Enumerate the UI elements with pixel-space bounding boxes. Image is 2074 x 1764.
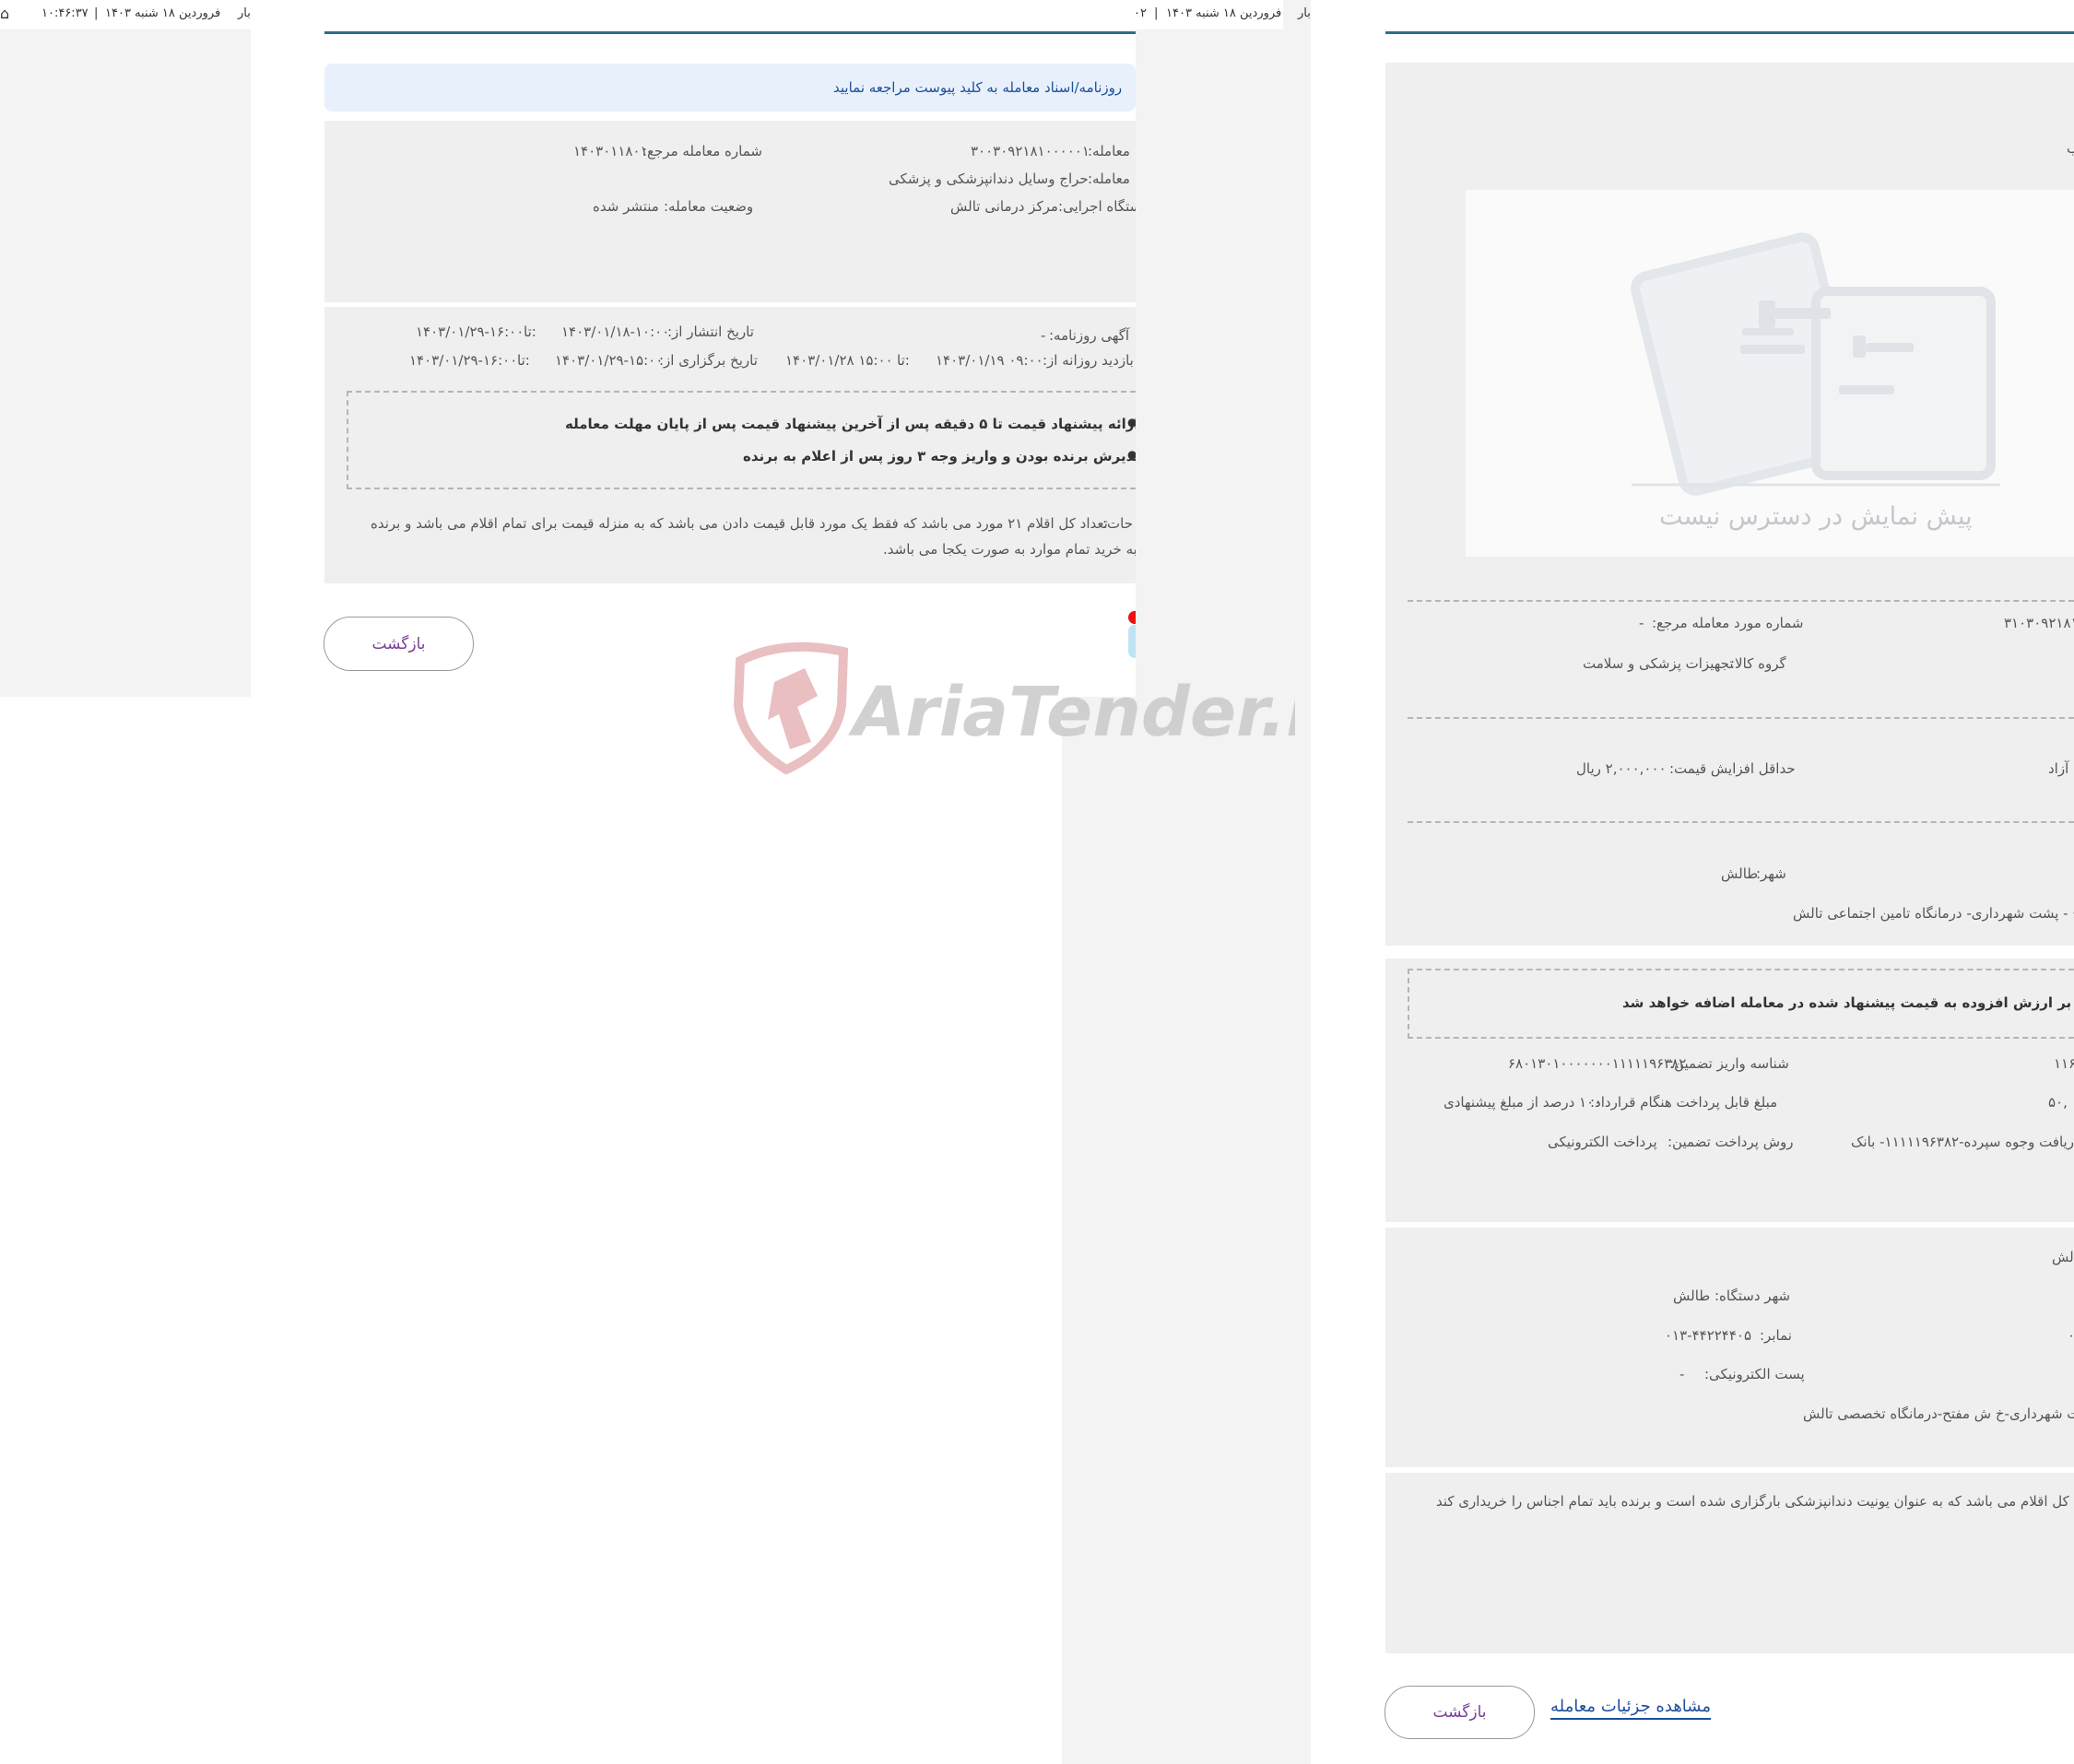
divider <box>1408 821 2074 823</box>
watermark-text: AriaTender.neT <box>848 673 1295 752</box>
middle-topbar: ۰۲ | فروردین ۱۸ شنبه ۱۴۰۳ <box>1134 0 1283 29</box>
partial-text: آزاد <box>2048 760 2069 777</box>
middle-strip-lower <box>1062 697 1311 1764</box>
divider <box>1408 717 2074 719</box>
contract-pay-value: ۱۰۰ درصد از مبلغ پیشنهادی <box>1444 1094 1602 1111</box>
accent-line <box>324 31 1136 34</box>
amount-partial: ۵۰, <box>2048 1094 2068 1111</box>
topbar-fragment: بار <box>238 6 251 20</box>
subject-value: حراج وسایل دندانپزشکی و پزشکی <box>889 171 1089 187</box>
watermark-logo-icon: AriaTender.neT <box>733 641 1295 775</box>
holding-from: ۱۴۰۳/۰۱/۲۹-۱۵:۰۰ <box>555 352 664 369</box>
divider: | <box>94 6 99 20</box>
notes-line-1: تعداد کل اقلام ۲۱ مورد می باشد که فقط یک… <box>371 515 1108 532</box>
publish-to: ۱۴۰۳/۰۱/۲۹-۱۶:۰۰ <box>416 323 524 340</box>
status-value: منتشر شده <box>593 198 659 215</box>
guarantee-method-value: پرداخت الکترونیکی <box>1548 1134 1657 1150</box>
partial-text: ب <box>2067 140 2074 157</box>
topbar-fragment: ۰۲ <box>1134 6 1147 20</box>
min-increase-label: حداقل افزایش قیمت: <box>1669 760 1796 777</box>
fax-label: نمابر: <box>1760 1327 1792 1344</box>
accent-line <box>1385 31 2074 34</box>
organization-panel <box>1385 1228 2074 1467</box>
date-text: فروردین ۱۸ شنبه ۱۴۰۳ <box>105 6 221 20</box>
publish-from: ۱۴۰۳/۰۱/۱۸-۱۰:۰۰ <box>561 323 670 340</box>
status-label: وضعیت معامله: <box>664 198 754 215</box>
left-background-panel <box>0 0 251 697</box>
newspaper-value: - <box>1041 327 1046 344</box>
visit-to-label: تا: <box>897 352 910 369</box>
rules-box <box>347 391 1136 489</box>
partial-text: ۰ <box>2068 1327 2074 1344</box>
guarantee-method-label: روش پرداخت تضمین: <box>1667 1134 1794 1150</box>
ref-number-value: ۱۴۰۳۰۱۱۸۰۱ <box>573 143 648 159</box>
guarantee-id-label: شناسه واریز تضمین: <box>1669 1055 1789 1072</box>
visit-from: ۱۴۰۳/۰۱/۱۹ ۰۹:۰۰ <box>936 352 1043 369</box>
ref-number-label: شماره معامله مرجع: <box>642 143 762 159</box>
divider: | <box>1154 6 1159 20</box>
email-value: - <box>1679 1366 1685 1382</box>
fax-value: ۰۱۳-۴۴۲۲۴۴۰۵ <box>1665 1327 1752 1344</box>
deal-number-partial: ۳۱۰۳۰۹۲۱۸۱۰ <box>2004 615 2074 631</box>
holding-to-label: تا: <box>517 352 530 369</box>
org-city-value: طالش <box>1673 1288 1711 1304</box>
banner-text: روزنامه/اسناد معامله به کلید پیوست مراجع… <box>833 79 1123 96</box>
date-text: فروردین ۱۸ شنبه ۱۴۰۳ <box>1166 6 1282 20</box>
vat-notice: داد، مالیات بر ارزش افزوده به قیمت پیشنه… <box>1622 994 2074 1011</box>
min-increase-value: ۲,۰۰۰,۰۰۰ ریال <box>1576 760 1667 777</box>
ref-item-value: - <box>1639 615 1644 631</box>
home-icon[interactable]: ⌂ <box>0 5 9 22</box>
ref-item-label: شماره مورد معامله مرجع: <box>1652 615 1804 631</box>
preview-unavailable-text: پیش نمایش در دسترس نیست <box>1659 502 1973 531</box>
rule-item: مهلت پذیرش برنده بودن و واریز وجه ۳ روز … <box>743 448 1183 465</box>
city-value: طالش <box>1721 865 1759 882</box>
topbar-fragment: بار <box>1298 6 1311 20</box>
left-topbar: ⌂ ۱۰:۴۶:۳۷ | فروردین ۱۸ شنبه ۱۴۰۳ بار <box>0 0 251 29</box>
rule-item: امکان ارائه پیشنهاد قیمت تا ۵ دقیقه پس ا… <box>565 416 1183 432</box>
executor-label: ستگاه اجرایی: <box>1058 198 1142 215</box>
publish-label: تاریخ انتشار از: <box>667 323 754 340</box>
description-partial: ی کل اقلام می باشد که به عنوان یونیت دند… <box>1436 1493 2074 1510</box>
back-button[interactable]: بازگشت <box>324 617 474 671</box>
back-button[interactable]: بازگشت <box>1385 1686 1535 1739</box>
deal-details-link[interactable]: مشاهده جزئیات معامله <box>1550 1697 1711 1720</box>
subject-label: معامله: <box>1088 171 1130 187</box>
deal-number-label: معامله: <box>1088 143 1130 159</box>
newspaper-label: آگهی روزنامه: <box>1049 327 1130 344</box>
deposit-partial: : دریافت وجوه سپرده-۱۱۱۱۱۹۶۳۸۲- بانک <box>1851 1134 2074 1150</box>
org-address-partial: ت شهرداری-خ ش مفتح-درمانگاه تخصصی تالش <box>1803 1405 2074 1422</box>
guarantee-id-value: ۶۸۰۱۳۰۱۰۰۰۰۰۰۰۱۱۱۱۱۹۶۳۸۲ <box>1508 1055 1687 1072</box>
publish-to-label: تا: <box>524 323 536 340</box>
middle-strip <box>1136 0 1311 697</box>
holding-label: تاریخ برگزاری از: <box>659 352 758 369</box>
amount-partial: ۱۱۶, <box>2054 1055 2074 1072</box>
visit-to: ۱۴۰۳/۰۱/۲۸ ۱۵:۰۰ <box>785 352 893 369</box>
goods-group-label: گروه کالا: <box>1730 655 1786 672</box>
partial-text: لش <box>2052 1249 2074 1265</box>
notes-line-2: به خرید تمام موارد به صورت یکجا می باشد. <box>883 541 1137 558</box>
visit-label: بازدید روزانه از: <box>1043 352 1134 369</box>
info-banner: روزنامه/اسناد معامله به کلید پیوست مراجع… <box>324 64 1136 112</box>
holding-to: ۱۴۰۳/۰۱/۲۹-۱۶:۰۰ <box>409 352 518 369</box>
clock-text: ۱۰:۴۶:۳۷ <box>41 6 88 20</box>
contract-pay-label: مبلغ قابل پرداخت هنگام قرارداد: <box>1590 1094 1778 1111</box>
deal-number-value: ۳۰۰۳۰۹۲۱۸۱۰۰۰۰۰۱ <box>971 143 1090 159</box>
executor-value: مرکز درمانی تالش <box>950 198 1058 215</box>
divider <box>1408 600 2074 602</box>
city-label: شهر: <box>1756 865 1786 882</box>
email-label: پست الکترونیکی: <box>1704 1366 1805 1382</box>
org-city-label: شهر دستگاه: <box>1715 1288 1791 1304</box>
address-partial: خ - پشت شهرداری- درمانگاه تامین اجتماعی … <box>1793 905 2074 922</box>
goods-group-value: تجهیزات پزشکی و سلامت <box>1583 655 1734 672</box>
